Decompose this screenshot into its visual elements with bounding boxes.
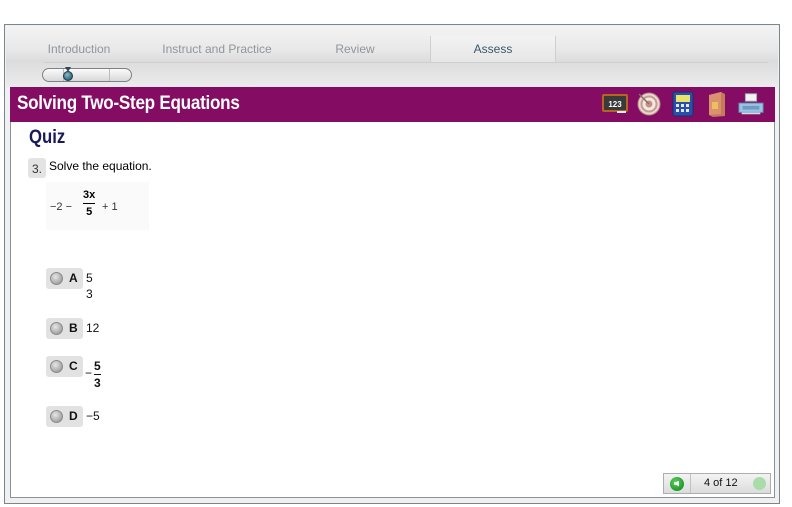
navigation-bar: Introduction Instruct and Practice Revie…: [6, 26, 778, 87]
section-tabs: Introduction Instruct and Practice Revie…: [6, 36, 778, 62]
choice-c-button[interactable]: C: [46, 356, 83, 377]
lesson-title: Solving Two-Step Equations: [17, 93, 240, 114]
choice-letter: B: [69, 321, 78, 335]
equation-lhs: −2 −: [50, 201, 73, 213]
choice-b-answer: 12: [86, 321, 100, 335]
lesson-header: Solving Two-Step Equations 123: [10, 87, 775, 122]
fraction-numerator: 3x: [83, 189, 96, 201]
speaker-icon: [670, 476, 684, 491]
toolbar: 123: [601, 90, 765, 118]
equation: −2 − 3x 5 + 1: [46, 182, 149, 230]
radio-icon[interactable]: [50, 360, 63, 373]
quiz-title: Quiz: [29, 127, 66, 148]
question-text: Solve the equation.: [49, 159, 152, 173]
fraction-numerator: 5: [94, 359, 101, 373]
tab-divider: [44, 62, 768, 63]
audio-button[interactable]: [664, 474, 691, 493]
equation-rhs: + 1: [102, 201, 118, 213]
slider-knob[interactable]: [62, 67, 74, 82]
choice-a-button[interactable]: A: [46, 268, 83, 289]
slider-segment-divider: [109, 69, 110, 81]
page-indicator: 4 of 12: [704, 477, 738, 489]
choice-d-button[interactable]: D: [46, 406, 83, 427]
book-icon[interactable]: [703, 90, 731, 118]
question-number: 3.: [28, 158, 46, 178]
quiz-panel: Quiz 3. Solve the equation. −2 − 3x 5 + …: [10, 122, 775, 498]
app-window: Introduction Instruct and Practice Revie…: [4, 24, 780, 504]
tab-instruct-and-practice[interactable]: Instruct and Practice: [154, 36, 280, 62]
choice-letter: A: [69, 271, 78, 285]
choice-c-sign: −: [85, 366, 93, 380]
target-icon[interactable]: [635, 90, 663, 118]
choice-c-answer: 5 3: [94, 358, 101, 391]
choice-a-answer: 5 3: [86, 270, 93, 302]
knob-ball: [63, 71, 73, 81]
next-icon[interactable]: [753, 477, 766, 490]
chalkboard-label: 123: [608, 100, 622, 109]
calculator-icon[interactable]: [669, 90, 697, 118]
footer-bar: 4 of 12: [663, 473, 771, 494]
progress-slider[interactable]: [42, 67, 132, 82]
equation-fraction: 3x 5: [83, 188, 96, 219]
radio-icon[interactable]: [50, 272, 63, 285]
chalkboard-123-icon[interactable]: 123: [601, 90, 629, 118]
choice-letter: D: [69, 409, 78, 423]
choice-d-answer: −5: [86, 409, 100, 423]
fraction-denominator: 5: [86, 206, 93, 218]
radio-icon[interactable]: [50, 410, 63, 423]
fraction-bar: [83, 203, 96, 204]
fraction-denominator: 3: [94, 376, 101, 390]
tab-review[interactable]: Review: [324, 36, 386, 62]
choice-b-button[interactable]: B: [46, 318, 83, 339]
tab-introduction[interactable]: Introduction: [42, 36, 116, 62]
fraction-numerator: 5: [86, 271, 93, 285]
tab-assess[interactable]: Assess: [430, 36, 556, 62]
radio-icon[interactable]: [50, 322, 63, 335]
choice-letter: C: [69, 359, 78, 373]
printer-icon[interactable]: [737, 90, 765, 118]
fraction-denominator: 3: [86, 287, 93, 301]
